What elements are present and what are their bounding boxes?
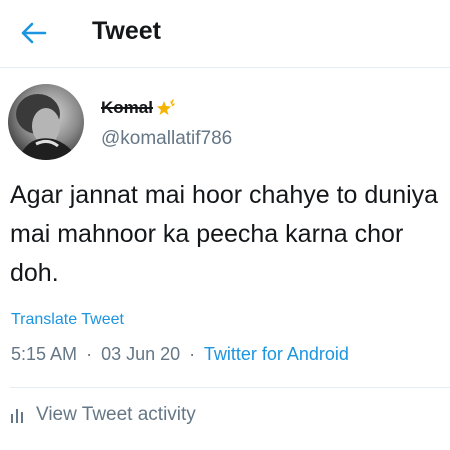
bar-chart-icon [11, 409, 23, 423]
meta-separator: · [86, 344, 93, 364]
tweet-text: Agar jannat mai hoor chahye to duniya ma… [10, 181, 439, 287]
tweet-date: 03 Jun 20 [101, 344, 181, 364]
back-button[interactable] [18, 20, 48, 46]
arrow-left-icon [21, 22, 47, 44]
divider [10, 387, 450, 388]
translate-tweet-link[interactable]: Translate Tweet [11, 311, 124, 329]
view-tweet-activity-label: View Tweet activity [36, 404, 196, 425]
top-bar: Tweet [0, 0, 450, 68]
view-tweet-activity-button[interactable]: View Tweet activity [10, 404, 196, 426]
star-emoji-icon [156, 99, 175, 115]
page-title: Tweet [92, 17, 161, 45]
author-name-text: Komal [101, 98, 153, 117]
meta-separator: · [189, 344, 196, 364]
tweet-time: 5:15 AM [11, 344, 78, 364]
author-handle[interactable]: @komallatif786 [101, 128, 232, 150]
tweet-meta: 5:15 AM · 03 Jun 20 · Twitter for Androi… [11, 344, 349, 365]
author-name[interactable]: Komal [101, 98, 177, 118]
tweet-source-link[interactable]: Twitter for Android [204, 344, 349, 364]
avatar[interactable] [8, 84, 84, 160]
